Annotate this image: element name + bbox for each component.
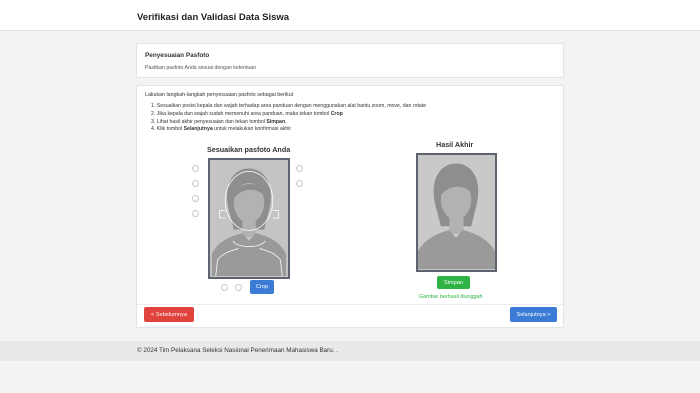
top-header: Verifikasi dan Validasi Data Siswa <box>0 0 700 31</box>
instructions-steps: 1. Sesuaikan posisi kepala dan wajah ter… <box>151 103 426 134</box>
rotate-right-option[interactable] <box>296 180 303 187</box>
result-photo <box>416 153 497 272</box>
next-button[interactable]: Selanjutnya > <box>510 307 557 322</box>
footer-text: © 2024 Tim Pelaksana Seleksi Nasional Pe… <box>137 347 338 354</box>
person-silhouette-icon <box>210 160 288 277</box>
upload-success-message: Gambar berhasil diunggah <box>419 294 483 300</box>
divider <box>137 304 563 305</box>
pasfoto-editor-card: Lakukan langkah-langkah penyesuaian pasf… <box>136 85 564 328</box>
flip-horizontal-option[interactable] <box>221 284 228 291</box>
step-item: 4. Klik tombol Selanjutnya untuk melakuk… <box>151 126 292 133</box>
rotate-option[interactable] <box>192 210 199 217</box>
pasfoto-info-card: Penyesuaian Pasfoto Pastikan pasfoto And… <box>136 43 564 78</box>
person-silhouette-icon <box>418 155 495 270</box>
move-option[interactable] <box>192 195 199 202</box>
previous-button[interactable]: < Sebelumnya <box>144 307 194 322</box>
step-item: 2. Jika kepala dan wajah sudah memenuhi … <box>151 110 343 117</box>
step-item: 1. Sesuaikan posisi kepala dan wajah ter… <box>151 103 427 109</box>
result-title: Hasil Akhir <box>436 140 474 149</box>
zoom-in-option[interactable] <box>192 165 199 172</box>
page-title: Verifikasi dan Validasi Data Siswa <box>137 12 290 23</box>
save-button[interactable]: Simpan <box>437 276 470 289</box>
photo-crop-area[interactable] <box>208 158 290 279</box>
section-heading: Penyesuaian Pasfoto <box>145 52 210 59</box>
crop-button[interactable]: Crop <box>250 280 274 294</box>
step-item: 3. Lihat hasil akhir penyesuaian dan tek… <box>151 118 287 125</box>
footer: © 2024 Tim Pelaksana Seleksi Nasional Pe… <box>0 341 700 361</box>
editor-title: Sesuaikan pasfoto Anda <box>207 145 291 154</box>
flip-vertical-option[interactable] <box>235 284 242 291</box>
instructions-intro: Lakukan langkah-langkah penyesuaian pasf… <box>145 92 294 98</box>
rotate-left-option[interactable] <box>296 165 303 172</box>
section-subtitle: Pastikan pasfoto Anda sesuai dengan kete… <box>145 65 257 71</box>
zoom-out-option[interactable] <box>192 180 199 187</box>
